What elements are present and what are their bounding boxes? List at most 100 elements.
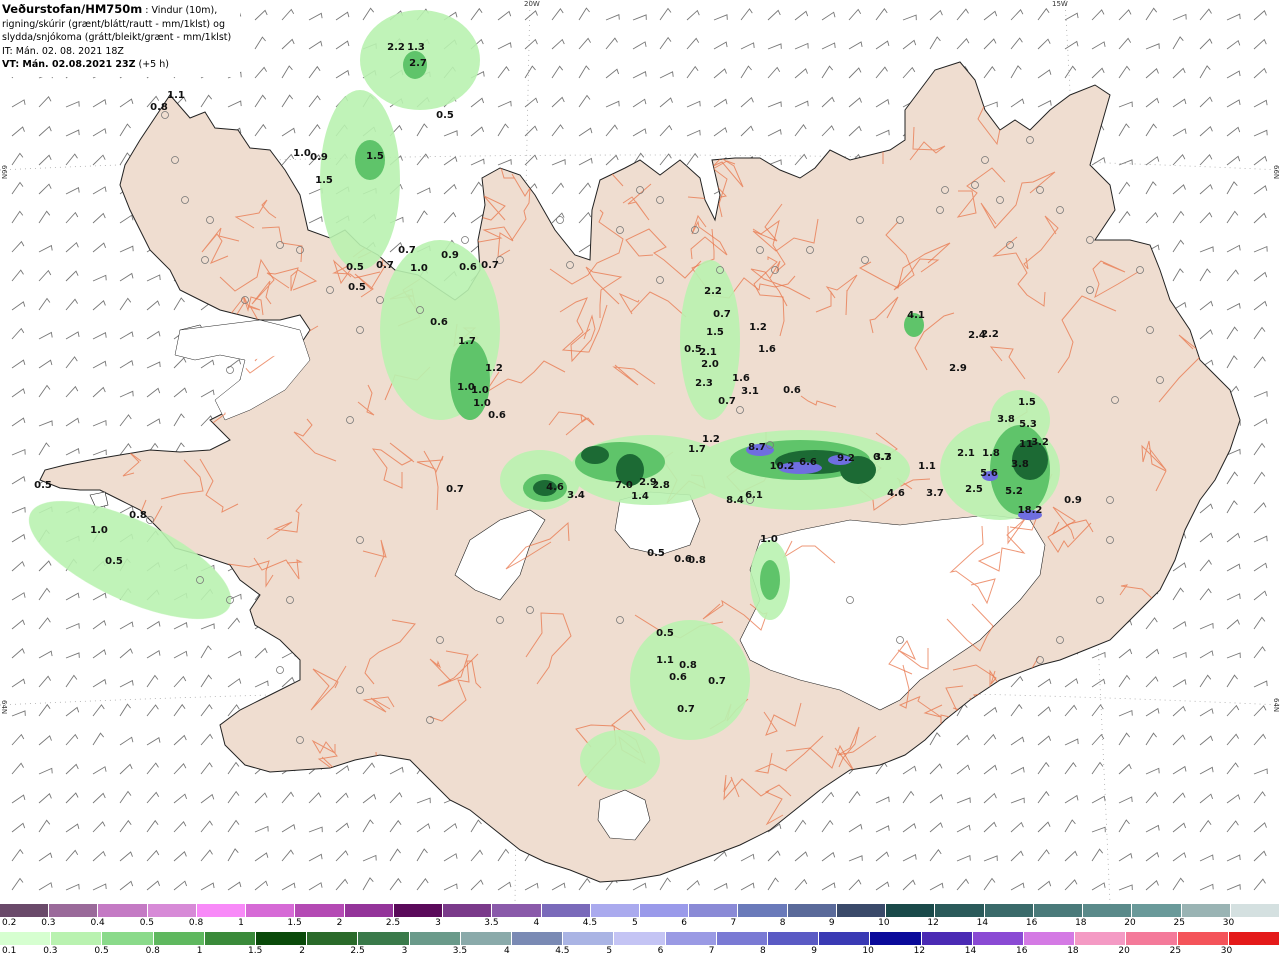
precip-value-label: 0.9 xyxy=(310,152,328,163)
precip-value-label: 6.6 xyxy=(799,457,817,468)
legend-label: 9 xyxy=(811,946,817,956)
legend-swatch xyxy=(1177,932,1229,945)
legend-swatch xyxy=(640,904,690,917)
precip-value-label: 1.1 xyxy=(918,461,936,472)
precip-value-label: 1.2 xyxy=(485,363,503,374)
header-title: Veðurstofan/HM750m xyxy=(2,2,143,16)
precip-value-label: 0.8 xyxy=(688,555,706,566)
precip-value-label: 3.4 xyxy=(567,490,585,501)
precip-value-label: 0.5 xyxy=(34,480,52,491)
precip-value-label: 0.5 xyxy=(656,628,674,639)
precip-value-label: 0.8 xyxy=(150,102,168,113)
legend-swatch xyxy=(972,932,1024,945)
legend-swatch xyxy=(246,904,296,917)
legend-label: 10 xyxy=(862,946,874,956)
precip-value-label: 1.3 xyxy=(407,42,425,53)
legend-label: 7 xyxy=(730,918,737,928)
legend-label: 30 xyxy=(1220,946,1233,956)
legend-swatch xyxy=(295,904,345,917)
legend-label: 25 xyxy=(1169,946,1182,956)
legend-label: 14 xyxy=(964,946,977,956)
precip-value-label: 0.7 xyxy=(873,452,891,463)
legend-swatch xyxy=(1230,904,1280,917)
legend-swatch xyxy=(836,904,887,917)
precip-value-label: 1.6 xyxy=(758,344,776,355)
precip-value-label: 1.0 xyxy=(410,263,428,274)
legend-label: 0.8 xyxy=(145,946,160,956)
legend-swatch xyxy=(1181,904,1231,917)
legend-label: 5 xyxy=(606,946,613,956)
precip-value-label: 1.7 xyxy=(458,336,476,347)
precip-value-label: 1.5 xyxy=(1018,397,1036,408)
precip-value-label: 0.7 xyxy=(713,309,731,320)
legend-swatch xyxy=(1033,904,1084,917)
precip-value-label: 8.7 xyxy=(748,442,766,453)
legend-label: 0.3 xyxy=(41,918,56,928)
legend-swatch xyxy=(0,904,50,917)
header-line3: slydda/snjókoma (grátt/bleikt/grænt - mm… xyxy=(2,32,232,43)
legend-label: 3 xyxy=(401,946,408,956)
precip-value-label: 1.5 xyxy=(315,175,333,186)
precip-value-label: 1.0 xyxy=(293,148,311,159)
legend-swatch xyxy=(984,904,1034,917)
legend-swatch xyxy=(409,932,461,945)
legend-swatch xyxy=(921,932,973,945)
legend-label: 8 xyxy=(760,946,766,956)
precip-value-label: 2.2 xyxy=(387,42,405,53)
precip-value-label: 2.3 xyxy=(695,378,713,389)
legend-swatch xyxy=(738,904,788,917)
precip-value-label: 5.2 xyxy=(1005,486,1023,497)
legend-swatch xyxy=(870,932,922,945)
legend-swatch xyxy=(492,904,542,917)
precip-value-label: 0.7 xyxy=(718,396,736,407)
lat-label-66n-left: 66N xyxy=(0,165,8,180)
legend-label: 5 xyxy=(632,918,638,928)
legend-swatch xyxy=(541,904,591,917)
precip-value-label: 1.5 xyxy=(366,151,384,162)
legend-label: 3.5 xyxy=(452,946,468,956)
legend-swatch xyxy=(1132,904,1182,917)
legend-snow-bar xyxy=(0,904,1280,918)
legend-swatch xyxy=(256,932,308,945)
precip-value-label: 3.8 xyxy=(1011,459,1029,470)
legend-label: 0.8 xyxy=(188,918,204,928)
legend-swatch xyxy=(204,932,256,945)
legend-swatch xyxy=(768,932,820,945)
legend-label: 18 xyxy=(1075,918,1087,928)
precip-value-label: 0.7 xyxy=(481,260,499,271)
legend-label: 12 xyxy=(913,946,926,956)
legend-rain-labels: 0.1 0.3 0.5 0.8 1 1.5 2 2.5 3 3.5 4 4.5 5 6 7 8 9 10 12 14 1… xyxy=(0,946,1280,958)
precip-value-label: 1.1 xyxy=(167,90,185,101)
legend-label: 1 xyxy=(238,918,244,928)
legend-swatch xyxy=(153,932,205,945)
precip-value-label: 0.5 xyxy=(348,282,366,293)
precip-value-label: 2.2 xyxy=(981,329,999,340)
lon-label-20w: 20W xyxy=(524,0,540,8)
precip-value-label: 2.0 xyxy=(701,359,719,370)
precip-value-label: 1.0 xyxy=(760,534,778,545)
precip-value-label: 9.2 xyxy=(837,453,855,464)
legend-rain-bar xyxy=(0,932,1280,946)
precip-value-label: 4.6 xyxy=(546,482,564,493)
precip-value-label: 0.8 xyxy=(679,660,697,671)
legend-label: 2 xyxy=(336,918,343,928)
header-it: IT: Mán. 02. 08. 2021 18Z xyxy=(2,45,124,57)
legend-label: 4 xyxy=(533,918,540,928)
legend-swatch xyxy=(1083,904,1133,917)
legend-label: 4.5 xyxy=(555,946,570,956)
precip-value-label: 3.2 xyxy=(1031,437,1049,448)
legend-swatch xyxy=(665,932,717,945)
legend-label: 4 xyxy=(504,946,510,956)
legend-label: 0.5 xyxy=(139,918,155,928)
precip-value-label: 18.2 xyxy=(1018,505,1043,516)
legend-swatch xyxy=(1024,932,1076,945)
precip-value-label: 1.8 xyxy=(982,448,1000,459)
legend-swatch xyxy=(460,932,512,945)
legend-label: 0.5 xyxy=(94,946,109,956)
precip-value-label: 0.5 xyxy=(346,262,364,273)
legend-swatch xyxy=(443,904,493,917)
precip-value-label: 8.4 xyxy=(726,495,744,506)
precip-value-label: 0.5 xyxy=(105,556,123,567)
legend-label: 1 xyxy=(196,946,203,956)
legend-swatch xyxy=(51,932,103,945)
